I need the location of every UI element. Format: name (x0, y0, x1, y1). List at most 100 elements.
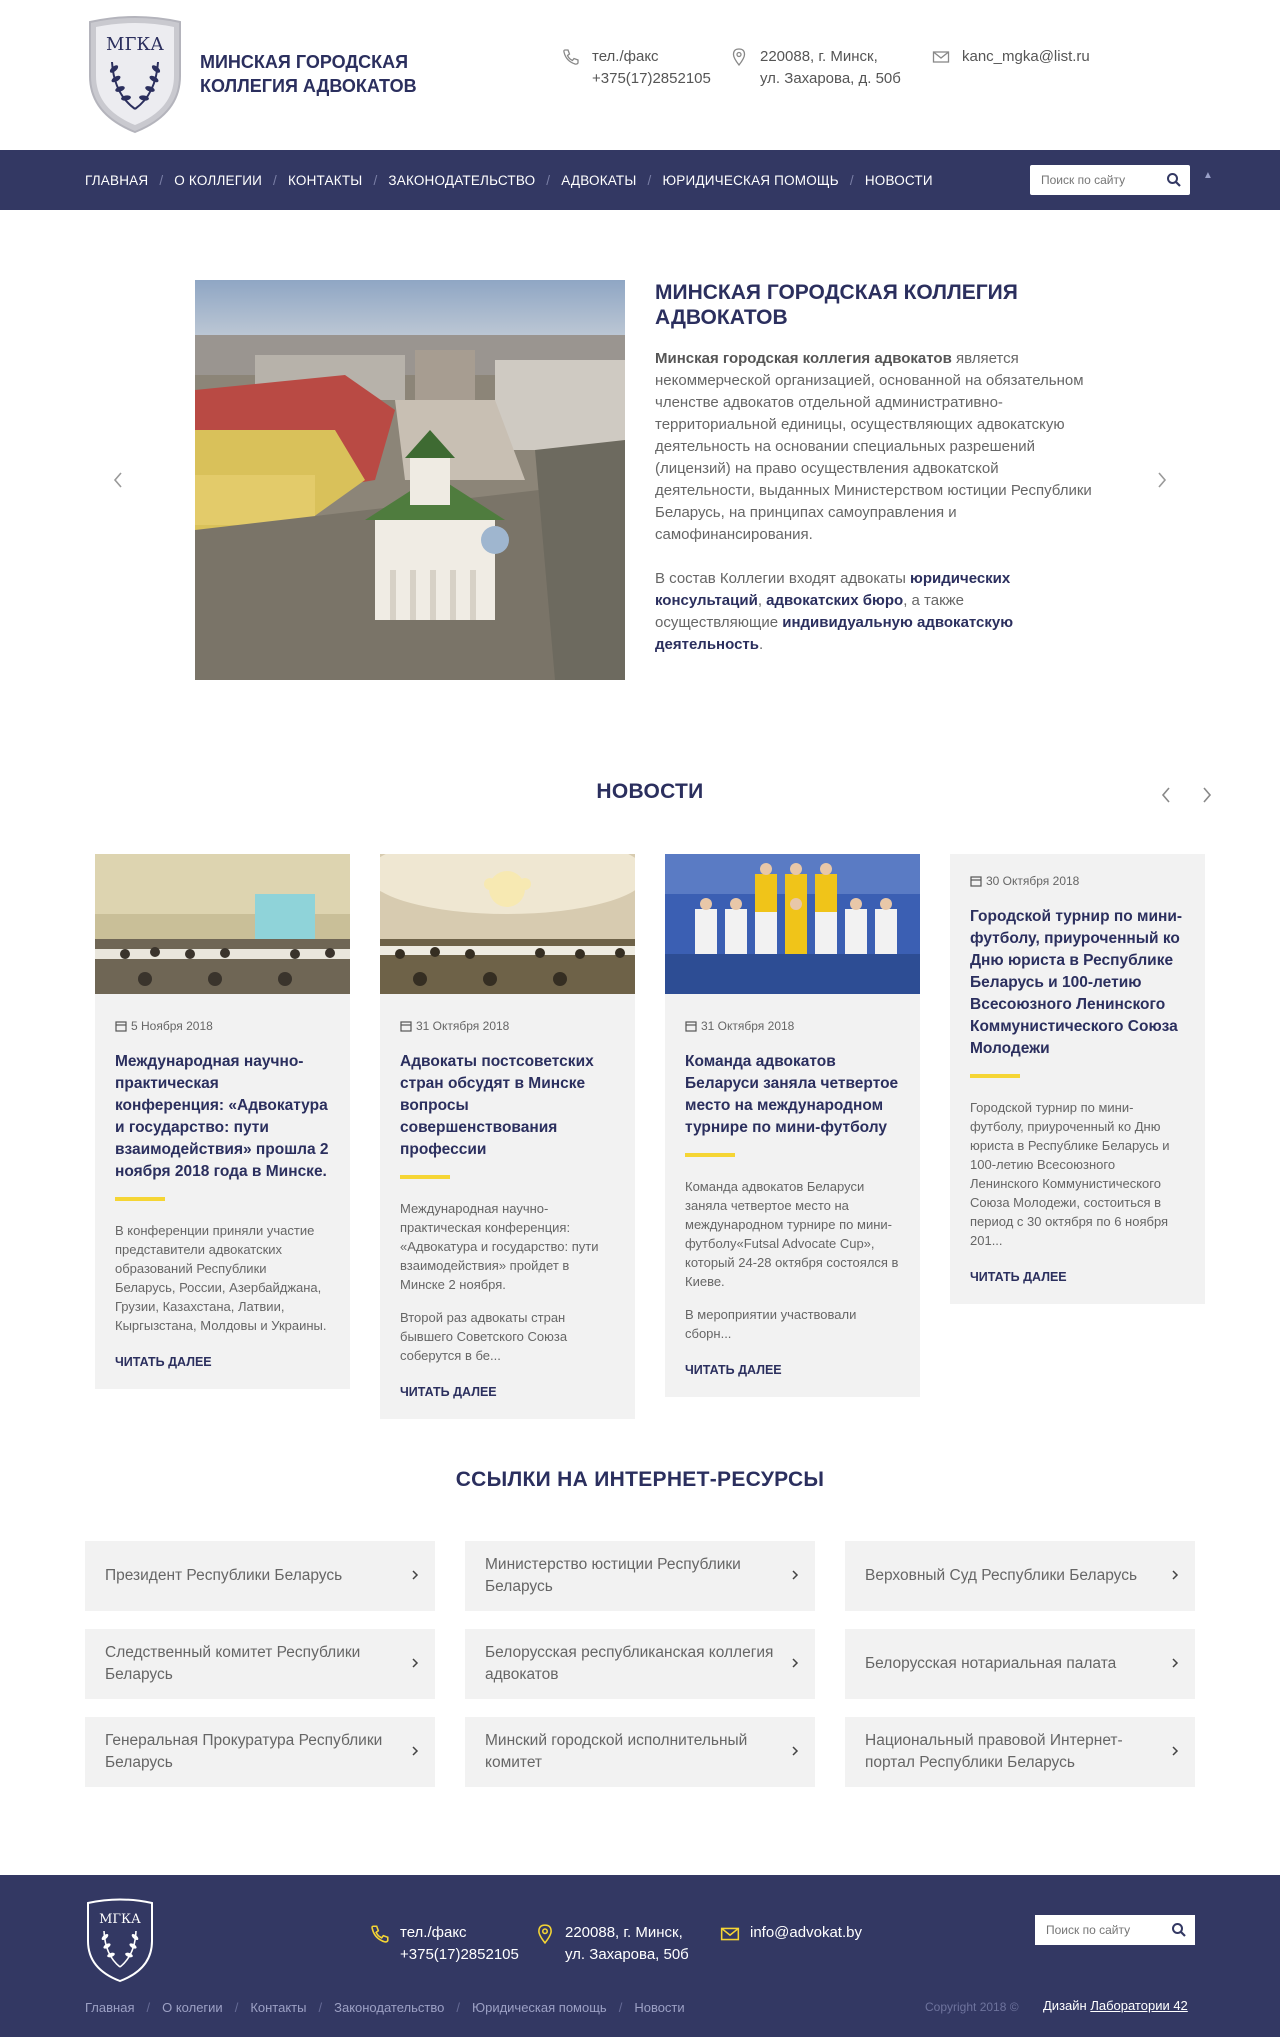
news-section-title: НОВОСТИ (596, 780, 704, 803)
news-date: 30 Октября 2018 (970, 874, 1185, 888)
chevron-right-icon (412, 1570, 419, 1580)
footer-nav-legal-help[interactable]: Юридическая помощь (472, 2000, 607, 2015)
phone-label: тел./факс (592, 48, 659, 65)
brand-line1: МИНСКАЯ ГОРОДСКАЯ (200, 52, 409, 72)
news-excerpt: Команда адвокатов Беларуси заняла четвер… (685, 1179, 899, 1289)
read-more-link[interactable]: ЧИТАТЬ ДАЛЕЕ (685, 1363, 900, 1377)
resource-link-city-committee[interactable]: Минский городской исполнительный комитет (465, 1717, 815, 1787)
resource-link-notary-chamber[interactable]: Белорусская нотариальная палата (845, 1629, 1195, 1699)
news-title[interactable]: Адвокаты постсоветских стран обсудят в М… (400, 1051, 615, 1161)
footer-nav-legislation[interactable]: Законодательство (334, 2000, 444, 2015)
text-fragment: . (759, 636, 764, 653)
date-text: 5 Ноября 2018 (131, 1019, 213, 1033)
nav-item-legal-help[interactable]: ЮРИДИЧЕСКАЯ ПОМОЩЬ / (662, 173, 864, 188)
resource-label: Министерство юстиции Республики Беларусь (485, 1556, 741, 1595)
read-more-link[interactable]: ЧИТАТЬ ДАЛЕЕ (970, 1270, 1185, 1284)
nav-item-contacts[interactable]: КОНТАКТЫ / (288, 173, 388, 188)
nav-label: КОНТАКТЫ (288, 172, 363, 188)
chevron-right-icon (1172, 1746, 1179, 1756)
news-photo-hall (367, 834, 647, 994)
phone-number[interactable]: +375(17)2852105 (400, 1944, 519, 1966)
footer-logo-shield-icon[interactable]: МГКА (84, 1897, 156, 1983)
read-more-link[interactable]: ЧИТАТЬ ДАЛЕЕ (115, 1355, 330, 1369)
resource-link-supreme-court[interactable]: Верховный Суд Республики Беларусь (845, 1541, 1195, 1611)
search-icon[interactable] (1171, 1922, 1187, 1938)
phone-icon (371, 1925, 389, 1943)
caret-up-icon[interactable]: ▲ (1203, 170, 1213, 181)
email-link[interactable]: info@advokat.by (750, 1922, 862, 1944)
nav-label: ГЛАВНАЯ (85, 172, 149, 188)
news-excerpt-2: Второй раз адвокаты стран бывшего Советс… (400, 1310, 568, 1363)
resource-link-legal-portal[interactable]: Национальный правовой Интернет-портал Ре… (845, 1717, 1195, 1787)
law-bureaus-link[interactable]: адвокатских бюро (766, 592, 903, 609)
news-card[interactable]: 30 Октября 2018 Городской турнир по мини… (950, 854, 1205, 1304)
news-card[interactable]: 31 Октября 2018 Адвокаты постсоветских с… (367, 834, 647, 1419)
news-title[interactable]: Команда адвокатов Беларуси заняла четвер… (685, 1051, 900, 1139)
footer-nav-home[interactable]: Главная (85, 2000, 134, 2015)
chevron-right-icon (792, 1658, 799, 1668)
resource-label: Президент Республики Беларусь (105, 1567, 343, 1584)
hero-title: МИНСКАЯ ГОРОДСКАЯ КОЛЛЕГИЯ АДВОКАТОВ (655, 281, 1018, 329)
logo-shield-icon[interactable]: МГКА (84, 14, 186, 134)
footer-nav-news[interactable]: Новости (634, 2000, 684, 2015)
search-icon[interactable] (1166, 172, 1182, 188)
hero-text-rest: является некоммерческой организацией, ос… (655, 350, 1092, 543)
footer-nav-contacts[interactable]: Контакты (250, 2000, 306, 2015)
header-search (1030, 165, 1190, 195)
resource-label: Национальный правовой Интернет-портал Ре… (865, 1732, 1123, 1771)
text-fragment: , (757, 592, 767, 609)
nav-item-about[interactable]: О КОЛЛЕГИИ / (174, 173, 288, 188)
design-studio-link[interactable]: Лаборатории 42 (1090, 1998, 1187, 2013)
nav-list: ГЛАВНАЯ / О КОЛЛЕГИИ / КОНТАКТЫ / ЗАКОНОДАТ… (85, 150, 933, 210)
calendar-icon (970, 876, 982, 887)
news-photo-football-team (665, 854, 920, 994)
main-nav: ГЛАВНАЯ / О КОЛЛЕГИИ / КОНТАКТЫ / ЗАКОНОДАТ… (0, 150, 1280, 210)
address-line2: ул. Захарова, д. 50б (760, 70, 901, 87)
resource-link-president[interactable]: Президент Республики Беларусь (85, 1541, 435, 1611)
accent-bar (685, 1153, 735, 1157)
news-prev-arrow-icon[interactable] (1160, 786, 1172, 804)
news-excerpt: Международная научно-практическая конфер… (400, 1201, 599, 1292)
chevron-right-icon (412, 1746, 419, 1756)
site-header: МГКА МИНСКАЯ ГОРОДСКАЯ КОЛЛЕГИЯ АДВОКАТО… (0, 0, 1280, 150)
news-next-arrow-icon[interactable] (1201, 786, 1213, 804)
nav-item-legislation[interactable]: ЗАКОНОДАТЕЛЬСТВО / (388, 173, 561, 188)
hero-prev-arrow-icon[interactable] (112, 470, 124, 490)
links-section-title: ССЫЛКИ НА ИНТЕРНЕТ-РЕСУРСЫ (455, 1468, 825, 1491)
news-date: 31 Октября 2018 (400, 1019, 615, 1033)
resource-link-bar-association[interactable]: Белорусская республиканская коллегия адв… (465, 1629, 815, 1699)
resource-link-prosecutor[interactable]: Генеральная Прокуратура Республики Белар… (85, 1717, 435, 1787)
news-title[interactable]: Международная научно-практическая конфер… (115, 1051, 330, 1183)
news-card[interactable]: 5 Ноября 2018 Международная научно-практ… (95, 854, 350, 1389)
chevron-right-icon (412, 1658, 419, 1668)
news-photo-conference (95, 854, 350, 994)
nav-label: О КОЛЛЕГИИ (174, 172, 263, 188)
footer-address: 220088, г. Минск, ул. Захарова, 50б (538, 1922, 689, 1966)
footer-nav: Главная / О колегии / Контакты / Законодате… (85, 2000, 685, 2015)
news-excerpt: В конференции приняли участие представит… (115, 1223, 327, 1333)
hero-text-bold: Минская городская коллегия адвокатов (655, 350, 952, 367)
location-pin-icon (538, 1924, 552, 1944)
read-more-link[interactable]: ЧИТАТЬ ДАЛЕЕ (400, 1385, 615, 1399)
nav-item-home[interactable]: ГЛАВНАЯ / (85, 173, 174, 188)
nav-item-lawyers[interactable]: АДВОКАТЫ / (561, 173, 662, 188)
hero-next-arrow-icon[interactable] (1156, 470, 1168, 490)
footer-nav-about[interactable]: О колегии (162, 2000, 223, 2015)
phone-number[interactable]: +375(17)2852105 (592, 68, 711, 90)
resource-link-investigative-committee[interactable]: Следственный комитет Республики Беларусь (85, 1629, 435, 1699)
phone-label: тел./факс (400, 1924, 467, 1941)
header-address: 220088, г. Минск, ул. Захарова, д. 50б (732, 46, 901, 90)
resource-link-ministry-justice[interactable]: Министерство юстиции Республики Беларусь (465, 1541, 815, 1611)
search-input[interactable] (1030, 165, 1150, 195)
nav-label: АДВОКАТЫ (561, 172, 637, 188)
news-title[interactable]: Городской турнир по мини-футболу, приуро… (970, 906, 1185, 1060)
text-fragment: В состав Коллегии входят адвокаты (655, 570, 911, 587)
copyright-text: Copyright 2018 © (925, 2000, 1019, 2014)
site-footer: МГКА тел./факс +375(17)2852105 220088, г… (0, 1875, 1280, 2037)
news-card[interactable]: 31 Октября 2018 Команда адвокатов Белару… (665, 854, 920, 1397)
nav-item-news[interactable]: НОВОСТИ (865, 173, 933, 188)
footer-email: info@advokat.by (720, 1922, 862, 1944)
email-link[interactable]: kanc_mgka@list.ru (962, 46, 1090, 68)
footer-search-input[interactable] (1035, 1915, 1155, 1945)
brand-name[interactable]: МИНСКАЯ ГОРОДСКАЯ КОЛЛЕГИЯ АДВОКАТОВ (200, 50, 417, 98)
